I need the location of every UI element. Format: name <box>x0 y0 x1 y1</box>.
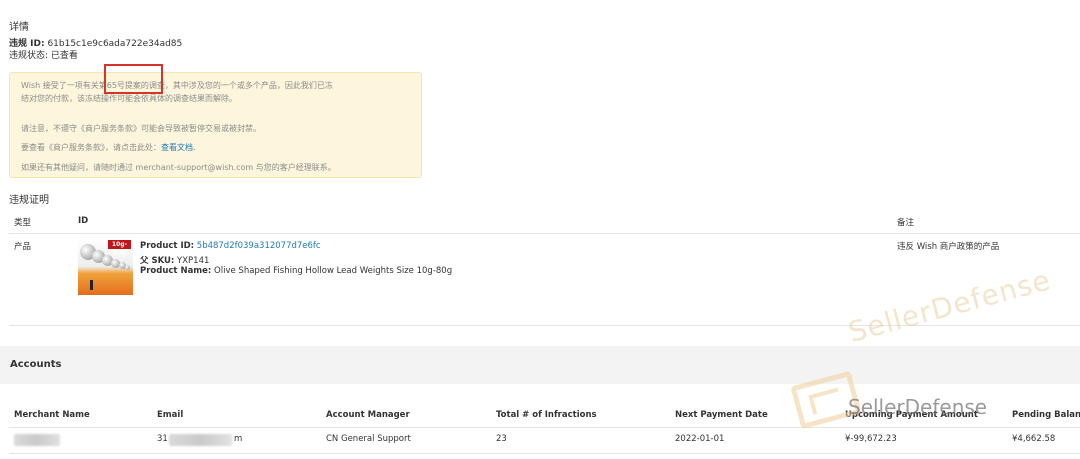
col-type: 类型 <box>14 218 32 228</box>
email-end: m <box>234 434 243 444</box>
balance-value: ¥4,662.58 <box>1012 434 1056 444</box>
watermark-handle: SellerDefense <box>848 395 988 419</box>
highlight-box <box>104 64 163 94</box>
product-name-value: Olive Shaped Fishing Hollow Lead Weights… <box>214 266 453 276</box>
merchant-name-redacted <box>14 434 60 446</box>
infractions-value: 23 <box>496 434 507 444</box>
product-thumbnail[interactable]: 10g-80g <box>78 238 133 295</box>
angler-silhouette <box>90 280 93 290</box>
email-start: 31 <box>157 434 168 444</box>
accounts-row-divider <box>9 453 1080 454</box>
product-id-line: Product ID: 5b487d2f039a312077d7e6fc <box>140 241 321 251</box>
evidence-type-value: 产品 <box>14 242 32 252</box>
col-id: ID <box>78 216 89 226</box>
accounts-header-bar <box>0 346 1080 384</box>
product-id-label: Product ID: <box>140 241 195 251</box>
account-manager-value: CN General Support <box>326 434 411 444</box>
accounts-heading: Accounts <box>10 359 62 370</box>
freeze-notice: Wish 接受了一项有关第65号提案的调查，其中涉及您的一个或多个产品，因此我们… <box>9 72 422 178</box>
email-redacted <box>169 434 232 446</box>
weight-ball-icon <box>125 265 130 270</box>
product-id-link[interactable]: 5b487d2f039a312077d7e6fc <box>197 241 321 251</box>
next-payment-value: 2022-01-01 <box>675 434 725 444</box>
col-merchant-name: Merchant Name <box>14 410 90 420</box>
evidence-header-divider <box>9 233 1080 234</box>
notice-line-3: 请注意，不遵守《商户服务条款》可能会导致被暂停交易或被封禁。 <box>21 124 261 133</box>
evidence-note-value: 违反 Wish 商户政策的产品 <box>897 242 1000 252</box>
notice-line-4-text: 要查看《商户服务条款》，请点击此处： <box>21 143 161 152</box>
col-infractions: Total # of Infractions <box>496 410 597 420</box>
violation-status-label: 违规状态: <box>9 51 49 61</box>
notice-line-5: 如果还有其他疑问，请随时通过 merchant-support@wish.com… <box>21 163 336 172</box>
col-note: 备注 <box>897 218 915 228</box>
col-balance: Pending Balance <box>1012 410 1080 420</box>
accounts-header-divider <box>9 427 1080 428</box>
col-next-payment: Next Payment Date <box>675 410 768 420</box>
notice-line-2: 结对您的付款，该冻结操作可能会依具体的调查结果而解除。 <box>21 94 237 103</box>
evidence-heading: 违规证明 <box>9 195 49 206</box>
notice-line-1: Wish 接受了一项有关第65号提案的调查，其中涉及您的一个或多个产品，因此我们… <box>21 81 333 90</box>
view-doc-link[interactable]: 查看文档. <box>161 143 196 152</box>
sku-label: 父 SKU: <box>140 256 175 266</box>
violation-status: 违规状态: 已查看 <box>9 48 78 61</box>
watermark-text: SellerDefense <box>845 263 1055 349</box>
product-name-label: Product Name: <box>140 266 212 276</box>
col-account-manager: Account Manager <box>326 410 410 420</box>
notice-line-4: 要查看《商户服务条款》，请点击此处：查看文档. <box>21 142 196 154</box>
sku-line: 父 SKU: YXP141 <box>140 254 209 266</box>
col-email: Email <box>157 410 184 420</box>
details-heading: 详情 <box>9 22 29 33</box>
sku-value: YXP141 <box>177 256 210 266</box>
payment-amount-value: ¥-99,672.23 <box>845 434 897 444</box>
thumb-size-tag: 10g-80g <box>108 240 131 257</box>
product-name-line: Product Name: Olive Shaped Fishing Hollo… <box>140 266 452 276</box>
violation-status-value: 已查看 <box>50 51 78 61</box>
